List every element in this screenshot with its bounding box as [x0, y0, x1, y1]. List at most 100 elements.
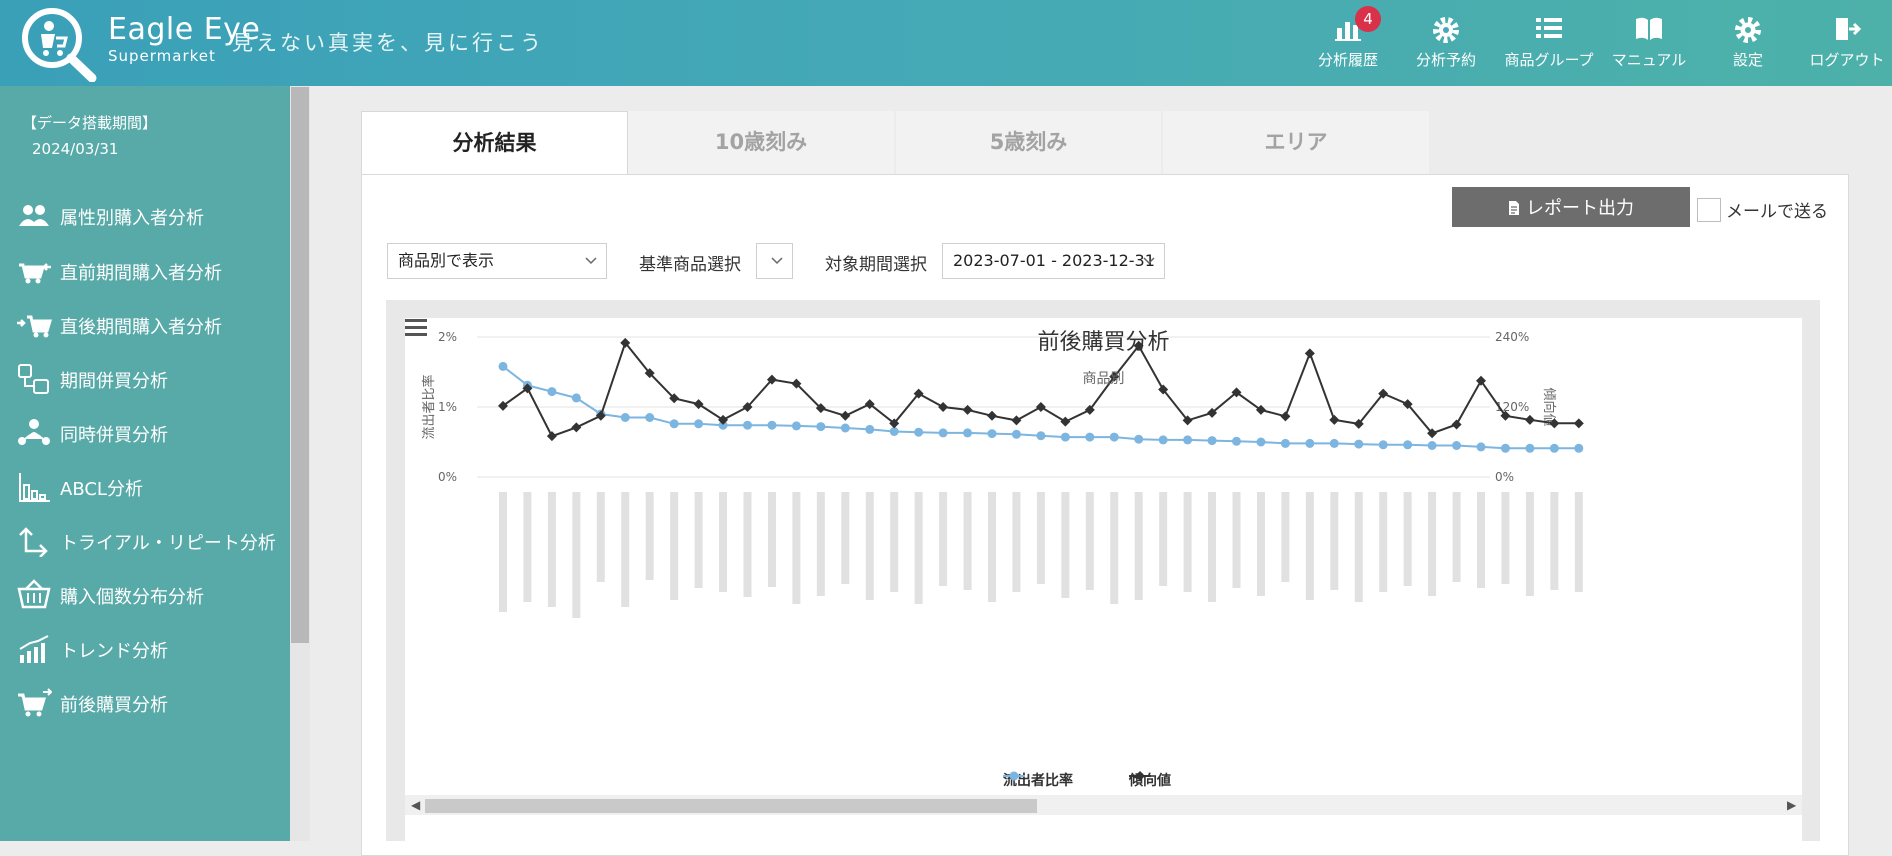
book-icon [1636, 17, 1662, 40]
data-point [1060, 416, 1071, 427]
nav-label: マニュアル [1611, 51, 1687, 69]
data-point [1305, 438, 1315, 448]
x-tick-label [1085, 492, 1094, 590]
report-output-button[interactable]: レポート出力 [1452, 187, 1690, 227]
scroll-left-arrow[interactable]: ◀ [411, 798, 420, 812]
x-tick-label [988, 492, 996, 602]
data-point [1427, 441, 1437, 450]
sidebar-item-next-buyers[interactable]: 直後期間購入者分析 [0, 297, 290, 353]
sidebar-item-trend[interactable]: トレンド分析 [0, 621, 290, 677]
data-period-label: 【データ搭載期間】 [22, 114, 158, 132]
target-period-select[interactable]: 2023-07-01 - 2023-12-31 [942, 243, 1165, 279]
y-tick-label: 1% [438, 400, 457, 414]
sidebar-item-label: 直前期間購入者分析 [60, 263, 222, 284]
x-tick-label [841, 492, 850, 584]
data-point [1524, 414, 1535, 425]
data-point [1256, 437, 1266, 447]
eagle-eye-logo[interactable] [18, 6, 98, 82]
sidebar-item-label: 購入個数分布分析 [60, 587, 204, 608]
brand-tagline: 見えない真実を、見に行こう [232, 31, 544, 55]
x-tick-label [547, 492, 556, 607]
gear-icon [1735, 17, 1761, 43]
sidebar-item-previous-buyers[interactable]: 直前期間購入者分析 [0, 243, 290, 299]
data-point [1500, 443, 1510, 453]
data-point [1329, 438, 1339, 448]
sidebar-item-attribute-buyers[interactable]: 属性別購入者分析 [0, 188, 290, 244]
base-product-select[interactable] [756, 243, 793, 279]
data-point [1109, 432, 1119, 442]
x-tick-label [572, 492, 581, 618]
data-period-date: 2024/03/31 [32, 140, 119, 158]
x-tick-label [1281, 492, 1290, 582]
data-point [963, 428, 973, 438]
x-tick-label [694, 492, 703, 588]
nav-label: 分析予約 [1415, 51, 1476, 69]
legend-item-outflow[interactable]: 流出者比率 [1003, 770, 1073, 790]
x-tick-label [719, 492, 728, 592]
sidebar-item-period-cross[interactable]: 期間併買分析 [0, 351, 290, 407]
cart-swap-icon [18, 688, 52, 717]
data-point [962, 404, 973, 415]
x-tick-label [1134, 492, 1143, 600]
x-tick-label [1183, 492, 1192, 592]
data-point [767, 420, 777, 430]
report-output-label: レポート出力 [1526, 198, 1634, 218]
data-point [840, 410, 851, 421]
data-point [987, 429, 997, 439]
sidebar-item-label: 同時併買分析 [60, 425, 168, 446]
x-tick-label [1061, 492, 1070, 598]
x-tick-label [1354, 492, 1363, 602]
data-point [889, 427, 899, 436]
x-tick-label [914, 492, 923, 604]
notification-badge: 4 [1355, 6, 1381, 32]
sidebar-item-label: 直後期間購入者分析 [60, 317, 222, 338]
sidebar-item-label: 期間併買分析 [60, 371, 168, 392]
base-product-label: 基準商品選択 [639, 255, 741, 275]
data-point [1134, 434, 1144, 444]
legend-item-tendency[interactable]: 傾向値 [1129, 770, 1171, 790]
y-tick-label: 0% [438, 470, 457, 484]
nav-logout[interactable]: ログアウト [1806, 0, 1888, 86]
nav-analysis-schedule[interactable]: 分析予約 [1408, 0, 1484, 86]
data-point [791, 421, 801, 431]
data-point [546, 431, 557, 442]
chart-scrollbar-thumb[interactable] [425, 799, 1037, 813]
chart-horizontal-scrollbar[interactable]: ◀ ▶ [405, 795, 1802, 815]
list-icon [1536, 18, 1562, 38]
send-mail-checkbox[interactable] [1697, 198, 1721, 222]
tab-area[interactable]: エリア [1163, 111, 1429, 175]
sidebar-item-same-time[interactable]: 同時併買分析 [0, 405, 290, 461]
tab-10-year-steps[interactable]: 10歳刻み [628, 111, 894, 175]
sidebar-item-trial-repeat[interactable]: トライアル・リピート分析 [0, 513, 290, 569]
x-tick-label [1550, 492, 1559, 590]
menu-icon[interactable] [405, 318, 427, 336]
nav-settings[interactable]: 設定 [1710, 0, 1786, 86]
x-tick-label [1428, 492, 1437, 596]
data-point [571, 422, 582, 433]
tab-analysis-result[interactable]: 分析結果 [361, 111, 628, 175]
data-point [1207, 436, 1217, 446]
tab-5-year-steps[interactable]: 5歳刻み [896, 111, 1161, 175]
nav-label: 設定 [1732, 51, 1763, 69]
data-point [1085, 432, 1095, 442]
nav-product-group[interactable]: 商品グループ [1500, 0, 1598, 86]
data-point [1280, 411, 1291, 422]
sidebar-scrollbar-thumb[interactable] [291, 87, 309, 643]
scroll-right-arrow[interactable]: ▶ [1787, 798, 1796, 812]
display-mode-select[interactable]: 商品別で表示 [387, 243, 607, 279]
x-tick-label [1036, 492, 1045, 584]
nav-manual[interactable]: マニュアル [1606, 0, 1692, 86]
data-point [620, 413, 630, 422]
sidebar-item-label: 前後購買分析 [60, 695, 168, 716]
sidebar-item-abcl[interactable]: ABCL分析 [0, 459, 290, 515]
data-point [1280, 438, 1290, 448]
brand-sub: Supermarket [108, 47, 216, 65]
x-tick-label [1452, 492, 1461, 582]
sidebar-item-before-after[interactable]: 前後購買分析 [0, 675, 290, 731]
sidebar-item-quantity-distribution[interactable]: 購入個数分布分析 [0, 567, 290, 623]
data-point [547, 387, 557, 397]
x-tick-label [1012, 492, 1021, 592]
chart-plot: 0% 0%1% 120%2% 240%流出者比率 傾向値 [421, 330, 1584, 618]
data-point [816, 422, 826, 432]
data-point [1011, 415, 1022, 426]
